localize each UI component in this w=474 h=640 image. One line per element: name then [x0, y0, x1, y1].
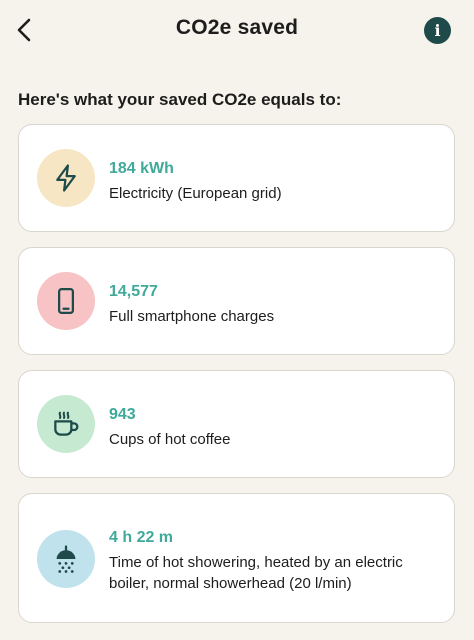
card-label: Cups of hot coffee — [109, 431, 231, 448]
card-value: 184 kWh — [109, 160, 174, 177]
coffee-cup-icon — [54, 411, 79, 436]
card-text: 4 h 22 m Time of hot showering, heated b… — [109, 528, 442, 594]
card-label: Electricity (European grid) — [109, 185, 282, 202]
card-value: 4 h 22 m — [109, 529, 174, 546]
page-title: CO2e saved — [175, 16, 299, 39]
electricity-icon-circle — [37, 149, 95, 207]
card-label: Full smartphone charges — [109, 308, 275, 325]
equivalent-card-coffee: 943 Cups of hot coffee — [18, 370, 455, 478]
card-text: 943 Cups of hot coffee — [109, 405, 442, 450]
shower-icon — [56, 545, 76, 573]
equivalent-card-electricity: 184 kWh Electricity (European grid) — [18, 124, 455, 232]
smartphone-icon — [58, 288, 74, 314]
card-text: 184 kWh Electricity (European grid) — [109, 159, 442, 204]
info-icon: i — [434, 21, 441, 40]
equivalent-card-smartphone: 14,577 Full smartphone charges — [18, 247, 455, 355]
info-button[interactable]: i — [424, 17, 451, 44]
card-label: Time of hot showering, heated by an elec… — [109, 554, 403, 592]
lightning-bolt-icon — [56, 164, 76, 192]
smartphone-icon-circle — [37, 272, 95, 330]
card-value: 14,577 — [109, 283, 158, 300]
card-value: 943 — [109, 406, 136, 423]
shower-icon-circle — [37, 530, 95, 588]
section-heading: Here's what your saved CO2e equals to: — [18, 90, 342, 109]
card-text: 14,577 Full smartphone charges — [109, 282, 442, 327]
coffee-icon-circle — [37, 395, 95, 453]
app-header: CO2e saved i — [0, 0, 474, 60]
equivalent-card-shower: 4 h 22 m Time of hot showering, heated b… — [18, 493, 455, 623]
